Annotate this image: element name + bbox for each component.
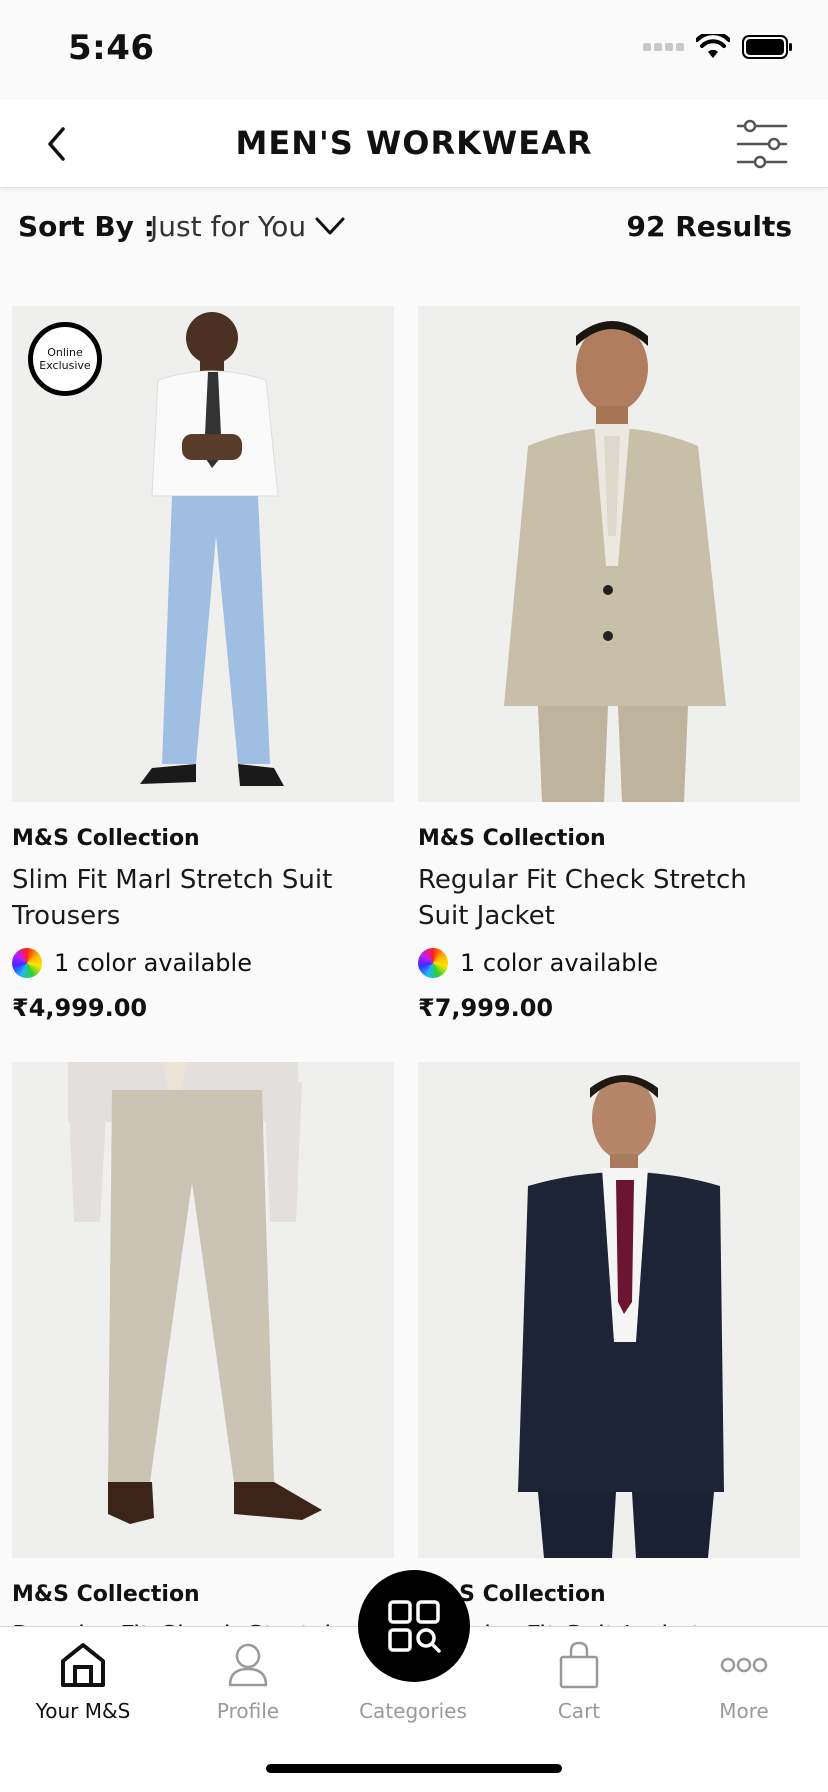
more-icon (720, 1657, 768, 1673)
navigation-bar: MEN'S WORKWEAR (0, 100, 828, 188)
tab-your-ms[interactable]: Your M&S (0, 1627, 166, 1747)
product-name[interactable]: Regular Fit Check Stretch Suit Jacket (418, 862, 800, 934)
badge-line-1: Online (47, 346, 83, 359)
navy-suit-model-image (418, 1062, 800, 1558)
tab-profile[interactable]: Profile (165, 1627, 331, 1747)
tab-label: Categories (359, 1699, 467, 1723)
color-wheel-icon (418, 948, 448, 978)
status-icons (643, 34, 794, 60)
product-brand: M&S Collection (12, 1582, 200, 1607)
suit-jacket-model-image (418, 306, 800, 802)
tab-label: Cart (557, 1699, 601, 1723)
sort-label: Sort By : (18, 210, 155, 243)
status-bar: 5:46 (0, 0, 828, 100)
filter-button[interactable] (736, 118, 788, 170)
tab-label: Profile (216, 1699, 280, 1723)
product-name[interactable]: Slim Fit Marl Stretch Suit Trousers (12, 862, 394, 934)
profile-icon (228, 1643, 268, 1687)
status-time: 5:46 (68, 28, 155, 68)
color-count-text: 1 color available (54, 949, 252, 977)
wifi-icon (696, 34, 730, 58)
product-price: ₹7,999.00 (418, 994, 554, 1022)
sort-dropdown[interactable]: Just for You (150, 210, 306, 243)
color-availability: 1 color available (12, 948, 252, 978)
categories-icon (388, 1600, 441, 1653)
categories-button[interactable] (358, 1570, 470, 1682)
color-availability: 1 color available (418, 948, 658, 978)
tab-label: Your M&S (35, 1699, 131, 1723)
color-count-text: 1 color available (460, 949, 658, 977)
tab-label: More (719, 1699, 769, 1723)
page-title: MEN'S WORKWEAR (235, 124, 593, 162)
tab-cart[interactable]: Cart (496, 1627, 662, 1747)
battery-icon (742, 35, 792, 59)
cart-icon (559, 1641, 599, 1689)
chevron-down-icon[interactable] (312, 208, 348, 244)
sort-row: Sort By : Just for You 92 Results (0, 188, 828, 270)
home-indicator (266, 1764, 562, 1773)
color-wheel-icon (12, 948, 42, 978)
tab-more[interactable]: More (661, 1627, 827, 1747)
results-count: 92 Results (626, 210, 792, 243)
badge-line-2: Exclusive (39, 359, 91, 372)
product-image[interactable] (12, 1062, 394, 1558)
cellular-signal-icon (643, 43, 684, 51)
product-image[interactable] (418, 1062, 800, 1558)
product-brand: M&S Collection (12, 826, 200, 851)
home-icon (61, 1643, 105, 1687)
check-trousers-model-image (12, 1062, 394, 1558)
product-brand: M&S Collection (418, 826, 606, 851)
product-price: ₹4,999.00 (12, 994, 148, 1022)
product-image[interactable]: Online Exclusive (12, 306, 394, 802)
filter-sliders-icon (736, 119, 788, 169)
product-image[interactable] (418, 306, 800, 802)
online-exclusive-badge: Online Exclusive (28, 322, 102, 396)
